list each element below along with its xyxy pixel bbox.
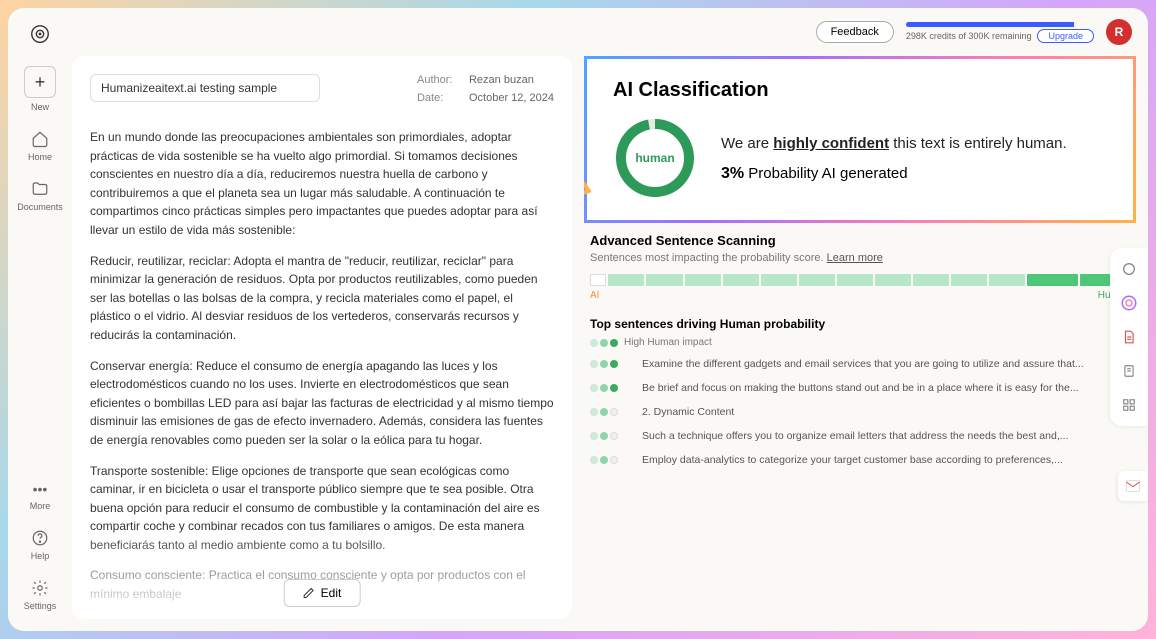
rail-circle-icon[interactable] [1120, 260, 1138, 278]
more-icon: ••• [33, 481, 48, 497]
donut-label: human [635, 151, 674, 165]
sidebar-item-more[interactable]: ••• More [30, 481, 51, 511]
sentence-row[interactable]: Examine the different gadgets and email … [590, 358, 1130, 370]
sentence-row[interactable]: Such a technique offers you to organize … [590, 430, 1130, 442]
rail-doc-icon[interactable] [1120, 328, 1138, 346]
scan-segment [608, 274, 644, 286]
document-paragraph: Reducir, reutilizar, reciclar: Adopta el… [90, 252, 554, 345]
document-title-input[interactable] [90, 74, 320, 102]
sentence-text: Examine the different gadgets and email … [642, 358, 1130, 370]
credits-text: 298K credits of 300K remaining [906, 31, 1032, 41]
date-value: October 12, 2024 [469, 92, 554, 104]
sidebar-label-settings: Settings [24, 601, 57, 611]
credits-widget: 298K credits of 300K remaining Upgrade [906, 22, 1094, 43]
scan-segment [951, 274, 987, 286]
home-icon [31, 130, 49, 148]
document-panel: Author: Rezan buzan Date: October 12, 2024… [72, 56, 572, 619]
scan-segment [685, 274, 721, 286]
scanning-subtitle: Sentences most impacting the probability… [590, 252, 1130, 264]
credits-bar [906, 22, 1076, 27]
gear-icon [31, 579, 49, 597]
scanning-title: Advanced Sentence Scanning [590, 233, 1130, 248]
scan-segment [989, 274, 1025, 286]
top-sentences-title: Top sentences driving Human probability [590, 317, 1130, 331]
rail-note-icon[interactable] [1120, 362, 1138, 380]
sidebar-item-documents[interactable]: Documents [17, 180, 63, 212]
sentence-text: Such a technique offers you to organize … [642, 430, 1130, 442]
pencil-icon [303, 587, 315, 599]
sidebar-label-documents: Documents [17, 202, 63, 212]
sidebar-label-home: Home [28, 152, 52, 162]
folder-icon [31, 180, 49, 198]
scan-segment [913, 274, 949, 286]
plus-icon: + [24, 66, 56, 98]
sidebar-label-more: More [30, 501, 51, 511]
scan-segment [761, 274, 797, 286]
impact-legend: High Human impact [590, 337, 1130, 348]
confidence-text: We are highly confident this text is ent… [721, 133, 1067, 156]
author-value: Rezan buzan [469, 74, 534, 86]
rail-grid-icon[interactable] [1120, 396, 1138, 414]
sentence-text: Be brief and focus on making the buttons… [642, 382, 1130, 394]
scan-segment [646, 274, 682, 286]
classification-card: AI Classification human We are highly co… [584, 56, 1136, 223]
sidebar-item-home[interactable]: Home [28, 130, 52, 162]
classification-title: AI Classification [613, 79, 1107, 102]
legend-ai: AI [590, 290, 599, 301]
document-paragraph: Transporte sostenible: Elige opciones de… [90, 462, 554, 555]
avatar[interactable]: R [1106, 19, 1132, 45]
learn-more-link[interactable]: Learn more [827, 252, 883, 264]
scan-segment [723, 274, 759, 286]
sidebar-label-new: New [31, 102, 49, 112]
feedback-button[interactable]: Feedback [816, 21, 894, 43]
scan-segment [1027, 274, 1077, 286]
impact-label: High Human impact [624, 337, 712, 348]
sidebar: + New Home Documents ••• More Help [8, 8, 72, 631]
scan-segment [875, 274, 911, 286]
rail-target-icon[interactable] [1120, 294, 1138, 312]
sidebar-item-new[interactable]: + New [24, 66, 56, 112]
sentence-text: Employ data-analytics to categorize your… [642, 454, 1130, 466]
help-icon [31, 529, 49, 547]
sentence-list: Examine the different gadgets and email … [590, 358, 1130, 466]
scan-segment [590, 274, 606, 286]
topbar: Feedback 298K credits of 300K remaining … [72, 8, 1148, 56]
edit-button[interactable]: Edit [284, 579, 361, 607]
scan-segment [799, 274, 835, 286]
probability-line: 3% Probability AI generated [721, 165, 1067, 183]
float-mail-icon[interactable] [1118, 471, 1148, 501]
sentence-text: 2. Dynamic Content [642, 406, 1130, 418]
scan-segment [837, 274, 873, 286]
sentence-row[interactable]: Employ data-analytics to categorize your… [590, 454, 1130, 466]
document-paragraph: En un mundo donde las preocupaciones amb… [90, 128, 554, 240]
upgrade-button[interactable]: Upgrade [1037, 29, 1094, 43]
document-body: En un mundo donde las preocupaciones amb… [90, 128, 554, 601]
sentence-row[interactable]: 2. Dynamic Content [590, 406, 1130, 418]
scanning-section: Advanced Sentence Scanning Sentences mos… [584, 233, 1136, 466]
sentence-row[interactable]: Be brief and focus on making the buttons… [590, 382, 1130, 394]
sidebar-label-help: Help [31, 551, 50, 561]
sidebar-item-settings[interactable]: Settings [24, 579, 57, 611]
edit-label: Edit [321, 586, 342, 600]
donut-chart: human [613, 116, 697, 200]
document-paragraph: Conservar energía: Reduce el consumo de … [90, 357, 554, 450]
arrow-icon [584, 169, 597, 209]
date-label: Date: [417, 92, 461, 104]
scan-bar [590, 274, 1130, 286]
author-label: Author: [417, 74, 461, 86]
app-logo[interactable] [26, 20, 54, 48]
analysis-panel: AI Classification human We are highly co… [584, 56, 1136, 619]
sidebar-item-help[interactable]: Help [31, 529, 50, 561]
tool-rail [1110, 248, 1148, 426]
